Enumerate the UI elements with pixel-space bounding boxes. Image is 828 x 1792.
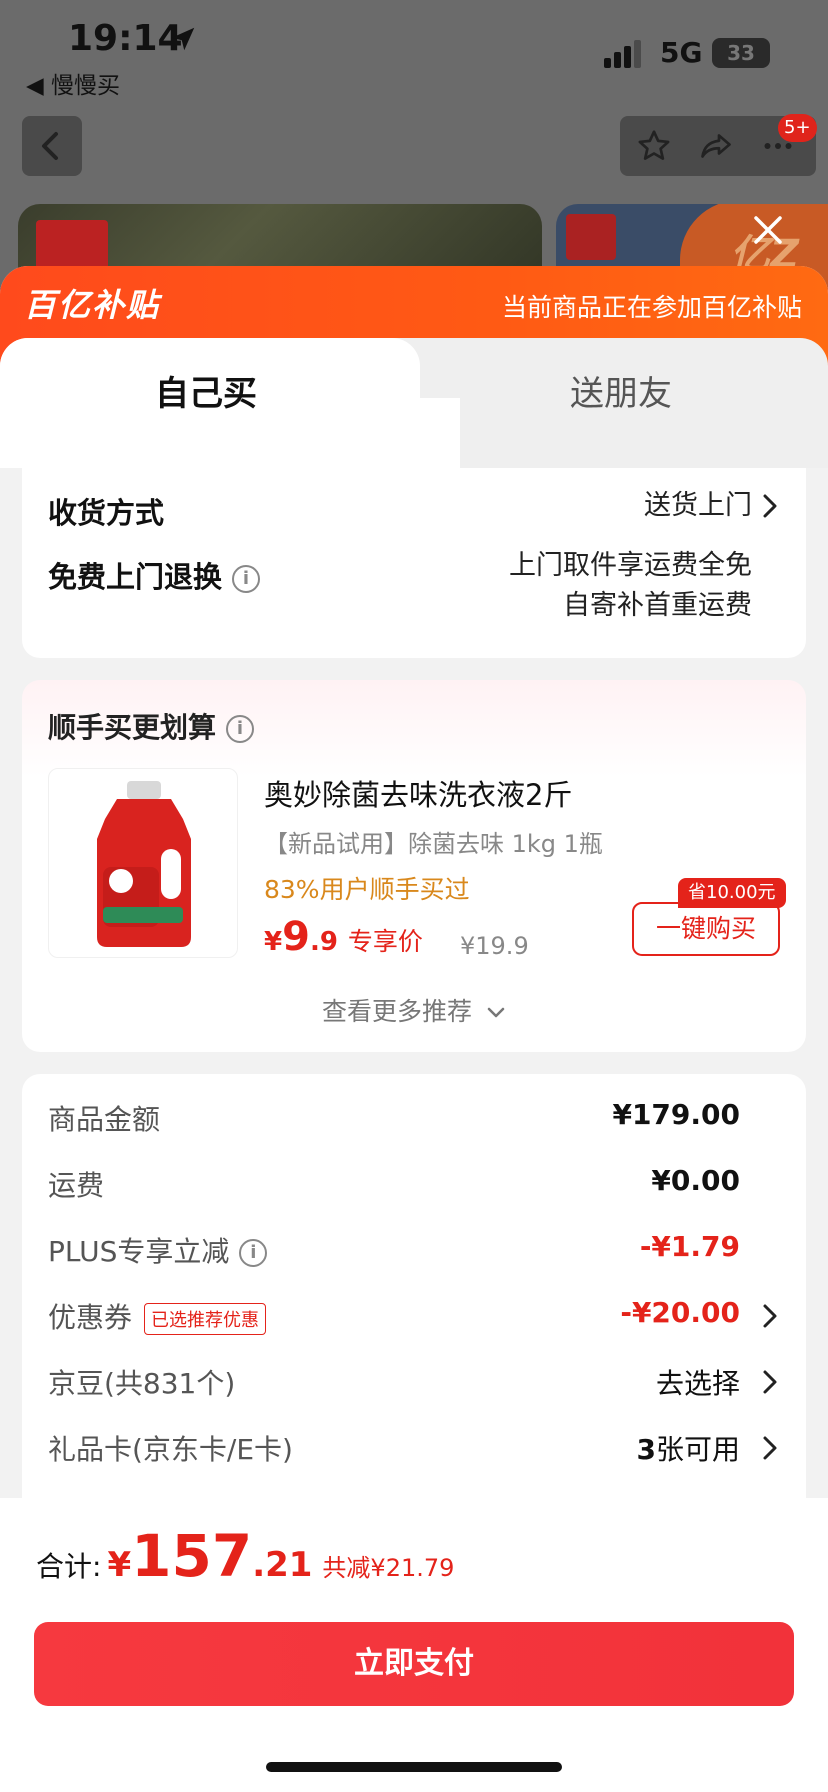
chevron-down-icon: [487, 1007, 505, 1018]
chevron-right-icon: [763, 1304, 777, 1328]
summary-row-gift-card[interactable]: 礼品卡(京东卡/E卡) 3张可用: [22, 1418, 806, 1478]
total-saved: 共减¥21.79: [322, 1554, 455, 1582]
product-bought-ratio: 83%用户顺手买过: [264, 875, 470, 904]
back-to-app-link[interactable]: ◀ 慢慢买: [26, 66, 120, 100]
tab-buy-for-self[interactable]: 自己买: [0, 366, 412, 415]
summary-row-plus-discount: PLUS专享立减 i -¥1.79: [48, 1230, 740, 1268]
subsidy-notice: 当前商品正在参加百亿补贴: [501, 293, 802, 322]
home-indicator: [266, 1762, 562, 1772]
share-icon[interactable]: [698, 128, 734, 164]
signal-icon: [604, 40, 641, 68]
save-badge: 省10.00元: [678, 878, 786, 908]
recommendation-title: 顺手买更划算 i: [48, 706, 255, 746]
battery-icon: 33: [712, 38, 770, 68]
brand-logo-icon: [566, 214, 616, 260]
summary-row-subtotal: 商品金额 ¥179.00: [48, 1098, 740, 1136]
product-price: ¥9.9 专享价: [264, 914, 423, 960]
more-recommendations-link[interactable]: 查看更多推荐: [22, 992, 806, 1028]
free-return-value: 上门取件享运费全免 自寄补首重运费: [509, 550, 752, 621]
delivery-method-value[interactable]: 送货上门: [644, 486, 752, 526]
status-time: 19:14: [68, 18, 183, 59]
purchase-tabs: 自己买 送朋友: [0, 338, 828, 488]
summary-row-coupon[interactable]: 优惠券 已选推荐优惠 -¥20.00: [22, 1286, 806, 1346]
chevron-right-icon: [763, 1436, 777, 1460]
chevron-left-icon: [42, 132, 58, 160]
order-total: 合计: ¥157.21 共减¥21.79: [36, 1522, 455, 1590]
one-click-buy-button[interactable]: 一键购买: [632, 902, 780, 956]
info-icon[interactable]: i: [226, 715, 255, 743]
summary-row-shipping: 运费 ¥0.00: [48, 1164, 740, 1202]
network-type: 5G: [660, 36, 703, 69]
detergent-bottle-icon: [97, 781, 191, 947]
product-subtitle: 【新品试用】除菌去味 1kg 1瓶: [264, 830, 603, 858]
notification-badge: 5+: [778, 114, 817, 142]
delivery-card: 收货方式 送货上门 免费上门退换 i 上门取件享运费全免 自寄补首重运费: [22, 468, 806, 658]
location-arrow-icon: [171, 27, 195, 51]
back-button[interactable]: [22, 116, 82, 176]
checkout-bar: 合计: ¥157.21 共减¥21.79 立即支付: [0, 1498, 828, 1792]
summary-row-jd-beans[interactable]: 京豆(共831个) 去选择: [22, 1352, 806, 1412]
product-name[interactable]: 奥妙除菌去味洗衣液2斤: [264, 772, 572, 814]
star-icon[interactable]: [636, 128, 672, 164]
delivery-method-label: 收货方式: [48, 496, 165, 530]
info-icon[interactable]: i: [232, 565, 261, 593]
free-return-label: 免费上门退换 i: [48, 554, 261, 596]
status-bar: 19:14 ◀ 慢慢买 5G 33: [0, 0, 828, 110]
product-original-price: ¥19.9: [460, 932, 529, 960]
product-image[interactable]: [48, 768, 238, 958]
info-icon[interactable]: i: [239, 1239, 268, 1267]
coupon-selected-tag: 已选推荐优惠: [144, 1303, 267, 1335]
chevron-right-icon: [763, 494, 777, 518]
close-icon[interactable]: [750, 212, 786, 248]
recommendation-card: 顺手买更划算 i 奥妙除菌去味洗衣液2斤 【新品试用】除菌去味 1kg 1瓶 83…: [22, 680, 806, 1052]
pay-now-button[interactable]: 立即支付: [34, 1622, 794, 1706]
chevron-right-icon: [763, 1370, 777, 1394]
tab-gift-to-friend[interactable]: 送朋友: [414, 366, 828, 415]
subsidy-brand: 百亿补贴: [24, 286, 161, 324]
